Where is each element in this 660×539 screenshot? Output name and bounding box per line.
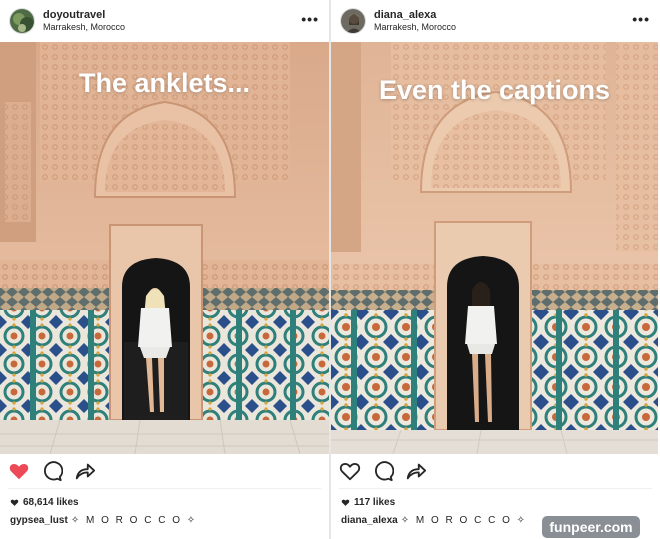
caption-text: ✧ M O R O C C O ✧	[70, 515, 198, 526]
action-bar	[339, 460, 438, 482]
heart-outline-icon[interactable]	[339, 460, 361, 482]
post-caption: diana_alexa ✧ M O R O C C O ✧	[341, 515, 527, 526]
caption-text: ✧ M O R O C C O ✧	[400, 515, 528, 526]
like-count[interactable]: 117 likes	[341, 497, 395, 508]
more-options-icon[interactable]: •••	[632, 11, 650, 27]
post-photo[interactable]: The anklets...	[0, 42, 329, 454]
like-count-text: 117 likes	[354, 497, 396, 508]
caption-username[interactable]: gypsea_lust	[10, 515, 68, 526]
heart-small-icon	[341, 499, 350, 506]
like-count-text: 68,614 likes	[23, 497, 79, 508]
more-options-icon[interactable]: •••	[301, 11, 319, 27]
post-left: doyoutravel Marrakesh, Morocco ••• The a…	[0, 0, 329, 539]
caption-username[interactable]: diana_alexa	[341, 515, 398, 526]
overlay-caption: Even the captions	[378, 75, 611, 105]
post-right: diana_alexa Marrakesh, Morocco ••• Even …	[331, 0, 660, 539]
location[interactable]: Marrakesh, Morocco	[43, 22, 125, 33]
post-header: doyoutravel Marrakesh, Morocco •••	[0, 0, 329, 42]
post-photo[interactable]: Even the captions	[331, 42, 658, 454]
heart-filled-icon[interactable]	[8, 460, 30, 482]
location[interactable]: Marrakesh, Morocco	[374, 22, 456, 33]
username[interactable]: diana_alexa	[374, 9, 456, 22]
avatar[interactable]	[340, 8, 366, 34]
like-count[interactable]: 68,614 likes	[10, 497, 79, 508]
overlay-caption: The anklets...	[78, 68, 251, 98]
post-caption: gypsea_lust ✧ M O R O C C O ✧	[10, 515, 197, 526]
watermark: funpeer.com	[542, 516, 640, 538]
heart-small-icon	[10, 499, 19, 506]
post-header: diana_alexa Marrakesh, Morocco •••	[331, 0, 660, 42]
share-icon[interactable]	[74, 460, 96, 482]
avatar[interactable]	[9, 8, 35, 34]
divider	[339, 488, 652, 489]
post-meta: doyoutravel Marrakesh, Morocco	[43, 9, 125, 33]
divider	[8, 488, 321, 489]
comment-icon[interactable]	[41, 460, 63, 482]
action-bar	[8, 460, 107, 482]
username[interactable]: doyoutravel	[43, 9, 125, 22]
comment-icon[interactable]	[372, 460, 394, 482]
post-meta: diana_alexa Marrakesh, Morocco	[374, 9, 456, 33]
share-icon[interactable]	[405, 460, 427, 482]
